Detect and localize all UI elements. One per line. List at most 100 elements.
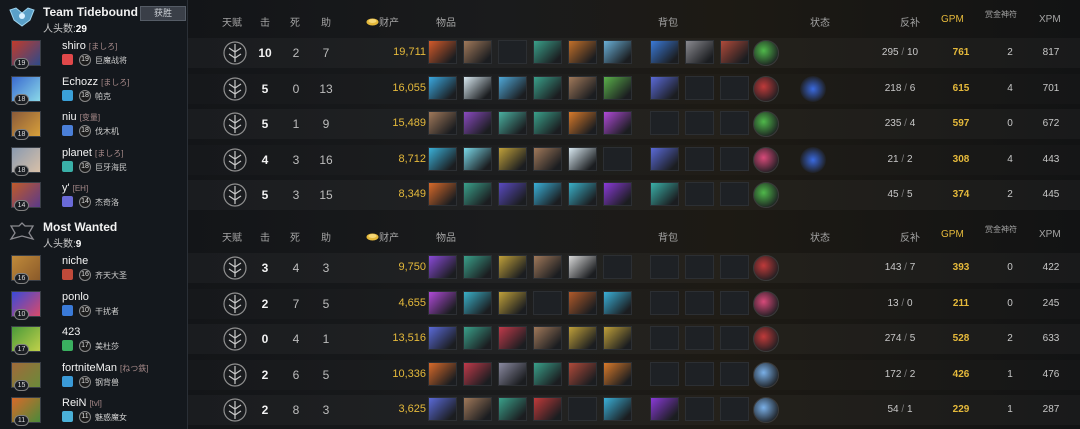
backpack-item-slot[interactable] <box>650 397 679 421</box>
bounty-rune-count: 1 <box>1007 368 1013 380</box>
item-slot[interactable] <box>463 146 492 171</box>
player-stat-row: 2 7 5 4,655 13 / 0 211 0 245 <box>188 289 1080 319</box>
item-slot[interactable] <box>603 361 632 386</box>
status-buff-icon[interactable] <box>800 75 826 102</box>
item-slot[interactable] <box>463 111 492 135</box>
player-roster-entry[interactable]: 18 planet [ましろ] 18 巨牙海民 <box>0 145 188 179</box>
item-slot[interactable] <box>603 397 632 421</box>
neutral-item-slot[interactable] <box>753 146 779 173</box>
item-slot[interactable] <box>498 75 527 100</box>
item-slot[interactable] <box>533 361 562 386</box>
item-slot[interactable] <box>463 182 492 206</box>
item-slot[interactable] <box>533 40 562 64</box>
item-slot[interactable] <box>533 111 562 135</box>
talent-tree-icon[interactable] <box>222 111 248 137</box>
player-roster-entry[interactable]: 18 Echozz [ましろ] 18 帕克 <box>0 74 188 108</box>
item-slot[interactable] <box>498 397 527 421</box>
talent-tree-icon[interactable] <box>222 40 248 66</box>
neutral-item-slot[interactable] <box>753 255 779 281</box>
item-slot[interactable] <box>428 290 457 315</box>
item-slot[interactable] <box>463 397 492 421</box>
item-slot[interactable] <box>568 290 597 315</box>
player-roster-entry[interactable]: 14 y' [EH] 14 杰奇洛 <box>0 180 188 214</box>
hero-name: 钢背兽 <box>95 377 119 387</box>
item-slot[interactable] <box>533 75 562 100</box>
status-buff-icon[interactable] <box>800 146 826 173</box>
player-roster-entry[interactable]: 10 ponlo 10 干扰者 <box>0 289 188 323</box>
item-slot[interactable] <box>533 182 562 206</box>
talent-tree-icon[interactable] <box>222 255 248 281</box>
item-slot[interactable] <box>533 326 562 350</box>
backpack-item-slot[interactable] <box>650 40 679 64</box>
talent-tree-icon[interactable] <box>222 291 248 317</box>
talent-tree-icon[interactable] <box>222 147 248 173</box>
item-slot[interactable] <box>428 40 457 64</box>
item-slot[interactable] <box>428 361 457 386</box>
item-slot[interactable] <box>603 182 632 206</box>
item-slot[interactable] <box>498 255 527 279</box>
neutral-item-slot[interactable] <box>753 40 779 66</box>
item-slot[interactable] <box>428 111 457 135</box>
player-roster-entry[interactable]: 15 fortniteMan [ねつ鉄] 15 钢背兽 <box>0 360 188 394</box>
talent-tree-icon[interactable] <box>222 76 248 102</box>
player-roster-entry[interactable]: 18 niu [变量] 18 伐木机 <box>0 109 188 143</box>
player-name-text: 423 <box>62 326 81 338</box>
item-slot[interactable] <box>533 397 562 421</box>
talent-tree-icon[interactable] <box>222 397 248 423</box>
player-roster-entry[interactable]: 11 ReiN [tvl] 11 魅惑魔女 <box>0 395 188 429</box>
neutral-item-slot[interactable] <box>753 397 779 423</box>
item-slot[interactable] <box>428 146 457 171</box>
neutral-item-slot[interactable] <box>753 75 779 102</box>
empty-item-slot <box>498 40 527 64</box>
item-slot[interactable] <box>463 361 492 386</box>
player-roster-entry[interactable]: 16 niche 16 齐天大圣 <box>0 253 188 287</box>
neutral-item-slot[interactable] <box>753 182 779 208</box>
backpack-item-slot[interactable] <box>650 146 679 171</box>
item-slot[interactable] <box>533 146 562 171</box>
item-slot[interactable] <box>568 255 597 279</box>
item-slot[interactable] <box>603 111 632 135</box>
talent-tree-icon[interactable] <box>222 182 248 208</box>
backpack-item-slot[interactable] <box>650 75 679 100</box>
neutral-item-slot[interactable] <box>753 111 779 137</box>
item-slot[interactable] <box>498 290 527 315</box>
item-slot[interactable] <box>603 326 632 350</box>
item-slot[interactable] <box>498 111 527 135</box>
item-slot[interactable] <box>568 361 597 386</box>
item-slot[interactable] <box>603 75 632 100</box>
item-slot[interactable] <box>568 182 597 206</box>
backpack-item-slot[interactable] <box>685 40 714 64</box>
team-header: Most Wanted 人头数:9 <box>0 215 188 250</box>
neutral-item-slot[interactable] <box>753 326 779 352</box>
item-slot[interactable] <box>428 255 457 279</box>
item-slot[interactable] <box>568 40 597 64</box>
item-slot[interactable] <box>498 182 527 206</box>
backpack-item-slot[interactable] <box>720 40 749 64</box>
item-slot[interactable] <box>498 326 527 350</box>
item-slot[interactable] <box>568 75 597 100</box>
player-roster-entry[interactable]: 17 423 17 美杜莎 <box>0 324 188 358</box>
item-slot[interactable] <box>533 255 562 279</box>
player-roster-entry[interactable]: 19 shiro [ましろ] 19 巨魔战将 <box>0 38 188 72</box>
item-slot[interactable] <box>568 111 597 135</box>
neutral-item-slot[interactable] <box>753 290 779 317</box>
item-slot[interactable] <box>428 326 457 350</box>
item-slot[interactable] <box>463 255 492 279</box>
item-slot[interactable] <box>603 290 632 315</box>
item-slot[interactable] <box>428 182 457 206</box>
talent-tree-icon[interactable] <box>222 326 248 352</box>
item-slot[interactable] <box>463 326 492 350</box>
talent-tree-icon[interactable] <box>222 362 248 388</box>
item-slot[interactable] <box>568 146 597 171</box>
item-slot[interactable] <box>463 290 492 315</box>
item-slot[interactable] <box>498 146 527 171</box>
item-slot[interactable] <box>498 361 527 386</box>
item-slot[interactable] <box>428 75 457 100</box>
neutral-item-slot[interactable] <box>753 361 779 388</box>
item-slot[interactable] <box>603 40 632 64</box>
item-slot[interactable] <box>463 40 492 64</box>
item-slot[interactable] <box>568 326 597 350</box>
backpack-item-slot[interactable] <box>650 182 679 206</box>
item-slot[interactable] <box>428 397 457 421</box>
item-slot[interactable] <box>463 75 492 100</box>
